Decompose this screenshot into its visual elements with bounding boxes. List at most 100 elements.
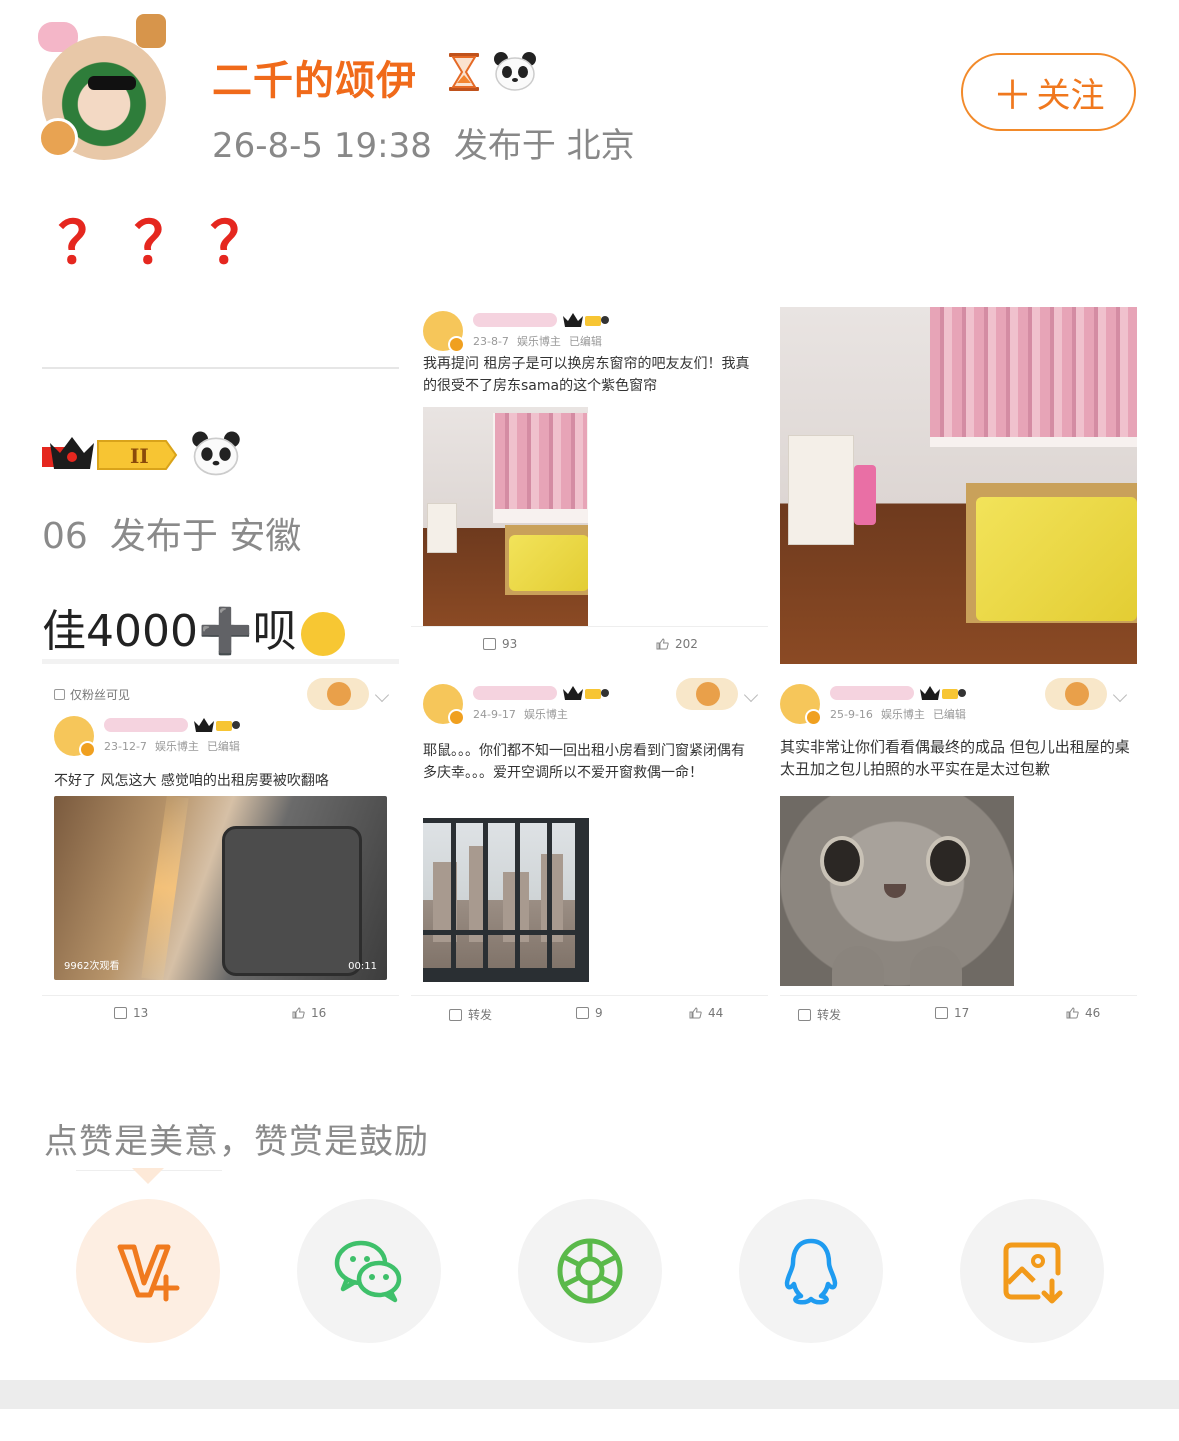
repost-meta: 25-9-16 娱乐博主 已编辑: [830, 706, 966, 722]
hourglass-icon: [449, 53, 479, 91]
gingerbread-sticker: [136, 14, 166, 48]
follow-label: 关注: [1036, 75, 1105, 116]
repost-meta: 23-8-7 娱乐博主 已编辑: [473, 333, 602, 349]
image-crop-zoom[interactable]: II 06 发布于 安徽 佳4000➕呗: [42, 307, 399, 664]
divider: [42, 367, 399, 369]
crown-badge-icon: [920, 686, 966, 700]
pointer-arrow: [132, 1168, 164, 1184]
image-room-photo[interactable]: [780, 307, 1137, 664]
like-count-value: 44: [708, 1006, 724, 1020]
crop-location: 发布于 安徽: [109, 516, 302, 557]
comment-count[interactable]: 13: [114, 1006, 148, 1020]
repost-date: 24-9-17: [473, 708, 516, 721]
comment-icon: [935, 1007, 948, 1019]
share-icon: [449, 1008, 462, 1021]
share-count[interactable]: 转发: [449, 1006, 492, 1023]
thumbs-up-icon: [656, 638, 669, 650]
save-image-button[interactable]: [960, 1199, 1104, 1343]
like-count[interactable]: 44: [689, 1006, 723, 1020]
crop-text: 佳4000➕呗: [42, 595, 345, 659]
panda-icon: [192, 431, 240, 476]
like-count[interactable]: 16: [292, 1006, 326, 1020]
blurred-username: [473, 686, 557, 700]
author-name[interactable]: 二千的颂伊: [212, 48, 417, 106]
repost-meta: 24-9-17 娱乐博主: [473, 706, 568, 722]
crown-badge-icon: [563, 313, 609, 327]
crop-text-content: 佳4000➕呗: [42, 606, 297, 657]
avatar[interactable]: [38, 14, 170, 164]
panda-icon: [494, 52, 536, 91]
laughing-emoji-icon: [300, 612, 345, 656]
comment-icon: [576, 1007, 589, 1019]
repost-date: 25-9-16: [830, 708, 873, 721]
sunglasses-sticker: [88, 76, 136, 90]
post-location: 发布于 北京: [453, 126, 635, 166]
post-header: 二千的颂伊 26-8-5 19:38 发布于 北京 ＋ 关注: [0, 0, 1179, 180]
sticker-icon: [307, 678, 369, 710]
wechat-share-button[interactable]: [297, 1199, 441, 1343]
repost-text: 耶鼠。。。你们都不知一回出租小房看到门窗紧闭偶有多庆幸。。。爱开空调所以不爱开窗…: [423, 743, 745, 781]
image-repost-cat[interactable]: 25-9-16 娱乐博主 已编辑 其实非常让你们看看偶最终的成品 但包儿出租屋的桌太…: [780, 676, 1137, 1033]
lock-icon: [54, 689, 65, 700]
comment-count-value: 9: [595, 1006, 603, 1020]
share-count[interactable]: 转发: [798, 1006, 841, 1023]
comment-icon: [483, 638, 496, 650]
repost-meta: 23-12-7 娱乐博主 已编辑: [104, 738, 240, 754]
post-timestamp: 26-8-5 19:38: [212, 126, 432, 166]
comment-count-value: 93: [502, 637, 518, 651]
repost-date: 23-8-7: [473, 335, 509, 348]
v-plus-button[interactable]: [76, 1199, 220, 1343]
video-views: 9962次观看: [64, 961, 120, 972]
repost-text: 不好了 风怎这大 感觉咱的出租房要被吹翻咯: [54, 773, 329, 789]
crop-meta: 06 发布于 安徽: [42, 507, 301, 559]
repost-edited: 已编辑: [932, 708, 966, 721]
like-count[interactable]: 46: [1066, 1006, 1100, 1020]
post-meta: 26-8-5 19:38 发布于 北京: [212, 118, 635, 167]
qq-icon: [784, 1238, 838, 1305]
comment-count[interactable]: 93: [483, 637, 517, 651]
chevron-down-icon[interactable]: [374, 687, 390, 703]
repost-edited: 已编辑: [568, 335, 602, 348]
repost-text: 我再提问 租房子是可以换房东窗帘的吧友友们！我真的很受不了房东sama的这个紫色…: [423, 356, 750, 394]
video-player[interactable]: 9962次观看 00:11: [54, 796, 387, 980]
moments-share-button[interactable]: [518, 1199, 662, 1343]
follow-button[interactable]: ＋ 关注: [961, 53, 1136, 131]
repost-footer: 转发 17 46: [780, 995, 1137, 1033]
like-count-value: 46: [1085, 1006, 1101, 1020]
chevron-down-icon[interactable]: [743, 687, 759, 703]
comment-count[interactable]: 9: [576, 1006, 603, 1020]
image-repost-curtain[interactable]: 23-8-7 娱乐博主 已编辑 我再提问 租房子是可以换房东窗帘的吧友友们！我真的很…: [411, 307, 768, 664]
share-label: 转发: [468, 1008, 493, 1022]
divider: [42, 659, 399, 664]
repost-tag: 娱乐博主: [516, 335, 561, 348]
like-count[interactable]: 202: [656, 637, 698, 651]
crown-badge-icon: [563, 686, 609, 700]
repost-avatar: [423, 684, 465, 726]
repost-tag: 娱乐博主: [154, 740, 199, 753]
share-label: 转发: [817, 1008, 842, 1022]
save-image-icon: [1003, 1242, 1063, 1304]
image-repost-window[interactable]: 24-9-17 娱乐博主 耶鼠。。。你们都不知一回出租小房看到门窗紧闭偶有多庆幸。…: [411, 676, 768, 1033]
repost-tag: 娱乐博主: [880, 708, 925, 721]
chevron-down-icon[interactable]: [1112, 687, 1128, 703]
thumbs-up-icon: [292, 1007, 305, 1019]
repost-edited: 已编辑: [206, 740, 240, 753]
comment-count[interactable]: 17: [935, 1006, 969, 1020]
repost-avatar: [54, 716, 96, 758]
comment-icon: [114, 1007, 127, 1019]
crown-badge-icon: [194, 718, 240, 732]
repost-footer: 转发 9 44: [411, 995, 768, 1033]
share-icon: [798, 1008, 811, 1021]
repost-date: 23-12-7: [104, 740, 147, 753]
privacy-text: 仅粉丝可见: [70, 688, 131, 702]
crop-date: 06: [42, 516, 88, 557]
svg-text:II: II: [130, 444, 149, 468]
wechat-icon: [334, 1240, 402, 1303]
repost-text: 其实非常让你们看看偶最终的成品 但包儿出租屋的桌太丑加之包儿拍照的水平实在是太过…: [780, 738, 1130, 778]
image-repost-wind[interactable]: 仅粉丝可见 23-12-7 娱乐博主 已编辑 不好了 风怎这大 感觉咱的出租房要被吹…: [42, 676, 399, 1033]
bear-sticker: [38, 118, 78, 158]
repost-avatar: [423, 311, 465, 353]
privacy-label: 仅粉丝可见: [54, 686, 130, 703]
sticker-icon: [676, 678, 738, 710]
qq-share-button[interactable]: [739, 1199, 883, 1343]
